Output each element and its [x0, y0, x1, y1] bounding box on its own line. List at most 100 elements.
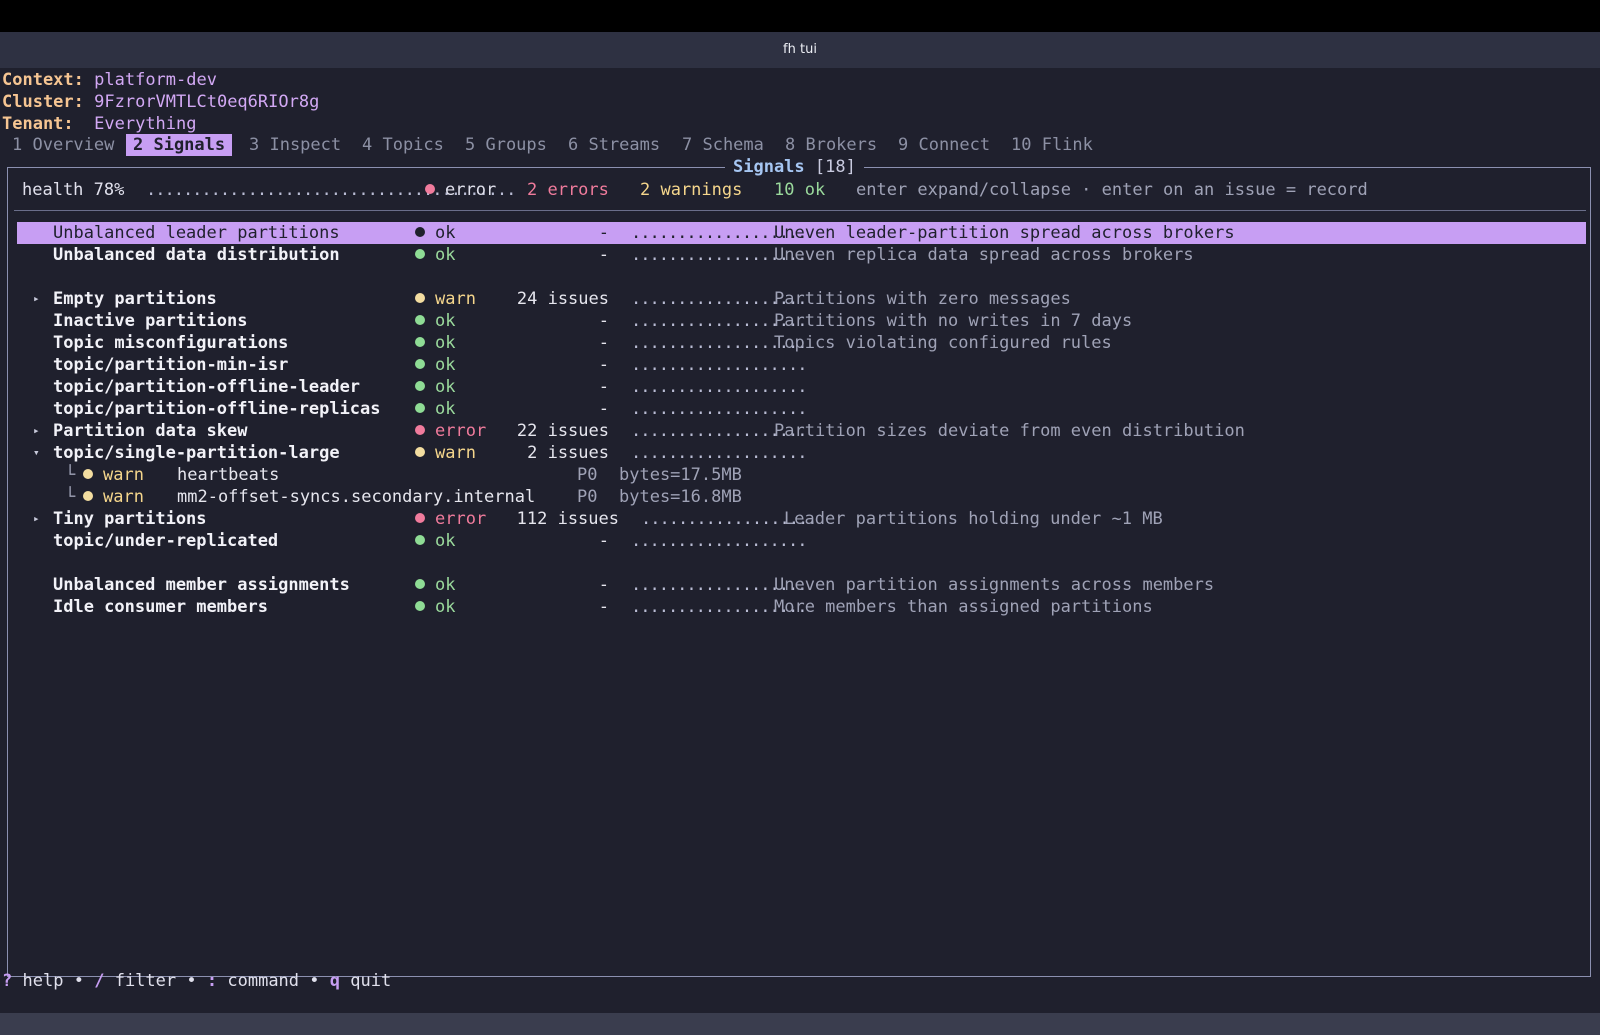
tab-connect[interactable]: 9 Connect	[898, 134, 990, 156]
status-text: ok	[435, 575, 456, 595]
filter-hint[interactable]: filter	[115, 971, 176, 991]
status-dot-icon	[415, 535, 425, 545]
signal-name: Tiny partitions	[53, 509, 207, 529]
signal-description: Partitions with zero messages	[774, 289, 1071, 309]
tab-streams[interactable]: 6 Streams	[568, 134, 660, 156]
signal-name: topic/partition-offline-replicas	[53, 399, 381, 419]
status-text: ok	[435, 245, 456, 265]
status-text: warn	[435, 289, 476, 309]
errors-count: 2 errors	[527, 180, 609, 200]
issue-topic: mm2-offset-syncs.secondary.internal	[177, 487, 536, 507]
signal-name: topic/partition-min-isr	[53, 355, 289, 375]
status-dot-icon	[415, 579, 425, 589]
issue-count: -	[598, 355, 609, 375]
panel-title: Signals [18]	[725, 156, 864, 178]
signal-name: Empty partitions	[53, 289, 217, 309]
signal-row[interactable]: Inactive partitions ok -..................…	[17, 310, 1586, 332]
filter-key: /	[94, 971, 105, 991]
tab-inspect[interactable]: 3 Inspect	[249, 134, 341, 156]
status-text: ok	[435, 311, 456, 331]
signal-row[interactable]: topic/partition-offline-replicas ok -.....…	[17, 398, 1586, 420]
status-dot-icon	[415, 249, 425, 259]
tenant-label: Tenant:	[2, 114, 74, 134]
signal-status: warn	[415, 288, 476, 310]
signal-name: Topic misconfigurations	[53, 333, 289, 353]
signal-status: ok	[415, 244, 455, 266]
issue-count: -	[598, 575, 609, 595]
status-text: ok	[435, 223, 456, 243]
bottom-bar	[0, 1013, 1600, 1035]
overall-status: error	[425, 179, 496, 201]
tab-topics[interactable]: 4 Topics	[362, 134, 444, 156]
signal-row[interactable]: Unbalanced member assignments ok -........…	[17, 574, 1586, 596]
signal-row[interactable]: Unbalanced leader partitions ok -.........…	[17, 222, 1586, 244]
expand-arrow-icon[interactable]: ▸	[33, 420, 40, 442]
context-line: Context: platform-dev	[2, 69, 217, 91]
status-dot-icon	[415, 315, 425, 325]
signal-row[interactable]: Topic misconfigurations ok -..............…	[17, 332, 1586, 354]
quit-hint[interactable]: quit	[350, 971, 391, 991]
collapse-arrow-icon[interactable]: ▾	[33, 442, 40, 464]
signal-row[interactable]: ▸ Partition data skew error 22 issues......…	[17, 420, 1586, 442]
status-text: error	[435, 509, 487, 529]
signal-row[interactable]: topic/partition-min-isr ok -..............…	[17, 354, 1586, 376]
signal-status: ok	[415, 398, 455, 420]
command-hint[interactable]: command	[227, 971, 299, 991]
signal-row[interactable]: Idle consumer members ok -................…	[17, 596, 1586, 618]
signal-row[interactable]: ▸ Tiny partitions error 112 issues.........…	[17, 508, 1586, 530]
panel-title-name: Signals	[733, 157, 805, 177]
tab-signals[interactable]: 2 Signals	[126, 134, 233, 156]
health-label: health 78%	[22, 180, 125, 200]
tab-groups[interactable]: 5 Groups	[465, 134, 547, 156]
signal-row[interactable]: ▾ topic/single-partition-large warn 2 issue…	[17, 442, 1586, 464]
signal-status: ok	[415, 222, 455, 244]
sparkline: ...................	[631, 377, 807, 397]
expand-arrow-icon[interactable]: ▸	[33, 508, 40, 530]
tree-branch: └	[65, 487, 76, 507]
status-text: ok	[435, 333, 456, 353]
signal-row[interactable]: ▸ Empty partitions warn 24 issues..........…	[17, 288, 1586, 310]
signal-description: Topics violating configured rules	[774, 333, 1112, 353]
error-status-icon	[425, 184, 435, 194]
help-hint[interactable]: help	[23, 971, 64, 991]
status-text: warn	[103, 465, 144, 485]
signal-status: error	[415, 508, 486, 530]
status-dot-icon	[415, 359, 425, 369]
signal-row[interactable]: topic/under-replicated ok -...............…	[17, 530, 1586, 552]
tab-overview[interactable]: 1 Overview	[12, 134, 114, 156]
issue-partition: P0	[577, 487, 598, 507]
signal-row[interactable]: Unbalanced data distribution ok -.........…	[17, 244, 1586, 266]
issue-count: -	[598, 399, 609, 419]
panel-title-count: [18]	[814, 157, 856, 177]
issue-count: -	[598, 333, 609, 353]
signal-row[interactable]: topic/partition-offline-leader ok -.......…	[17, 376, 1586, 398]
status-dot-icon	[83, 491, 93, 501]
tab-flink[interactable]: 10 Flink	[1011, 134, 1093, 156]
quit-key: q	[329, 971, 341, 991]
status-text: warn	[103, 487, 144, 507]
status-dot-icon	[415, 337, 425, 347]
signal-description: Uneven replica data spread across broker…	[774, 245, 1194, 265]
expand-arrow-icon[interactable]: ▸	[33, 288, 40, 310]
signal-description: Uneven partition assignments across memb…	[774, 575, 1215, 595]
status-dot-icon	[83, 469, 93, 479]
status-dot-icon	[415, 447, 425, 457]
separator: •	[309, 971, 320, 991]
signal-name: topic/partition-offline-leader	[53, 377, 361, 397]
issue-count: -	[598, 377, 609, 397]
signal-name: Unbalanced data distribution	[53, 245, 340, 265]
separator: •	[73, 971, 84, 991]
summary-divider	[14, 210, 1586, 211]
status-dot-icon	[415, 381, 425, 391]
issue-row[interactable]: └ warn mm2-offset-syncs.secondary.internal…	[17, 486, 1586, 508]
signal-name: topic/single-partition-large	[53, 443, 340, 463]
cluster-line: Cluster: 9FzrorVMTLCt0eq6RIOr8g	[2, 91, 319, 113]
key-hint: enter expand/collapse · enter on an issu…	[856, 180, 1368, 200]
issue-row[interactable]: └ warn heartbeats P0 bytes=17.5MB	[17, 464, 1586, 486]
terminal-window: fh tui Context: platform-dev Cluster: 9F…	[0, 32, 1600, 1035]
issue-count: 2 issues	[527, 443, 609, 463]
signal-status: ok	[415, 530, 455, 552]
tab-brokers[interactable]: 8 Brokers	[785, 134, 877, 156]
issue-status: warn	[83, 464, 144, 486]
tab-schema[interactable]: 7 Schema	[682, 134, 764, 156]
